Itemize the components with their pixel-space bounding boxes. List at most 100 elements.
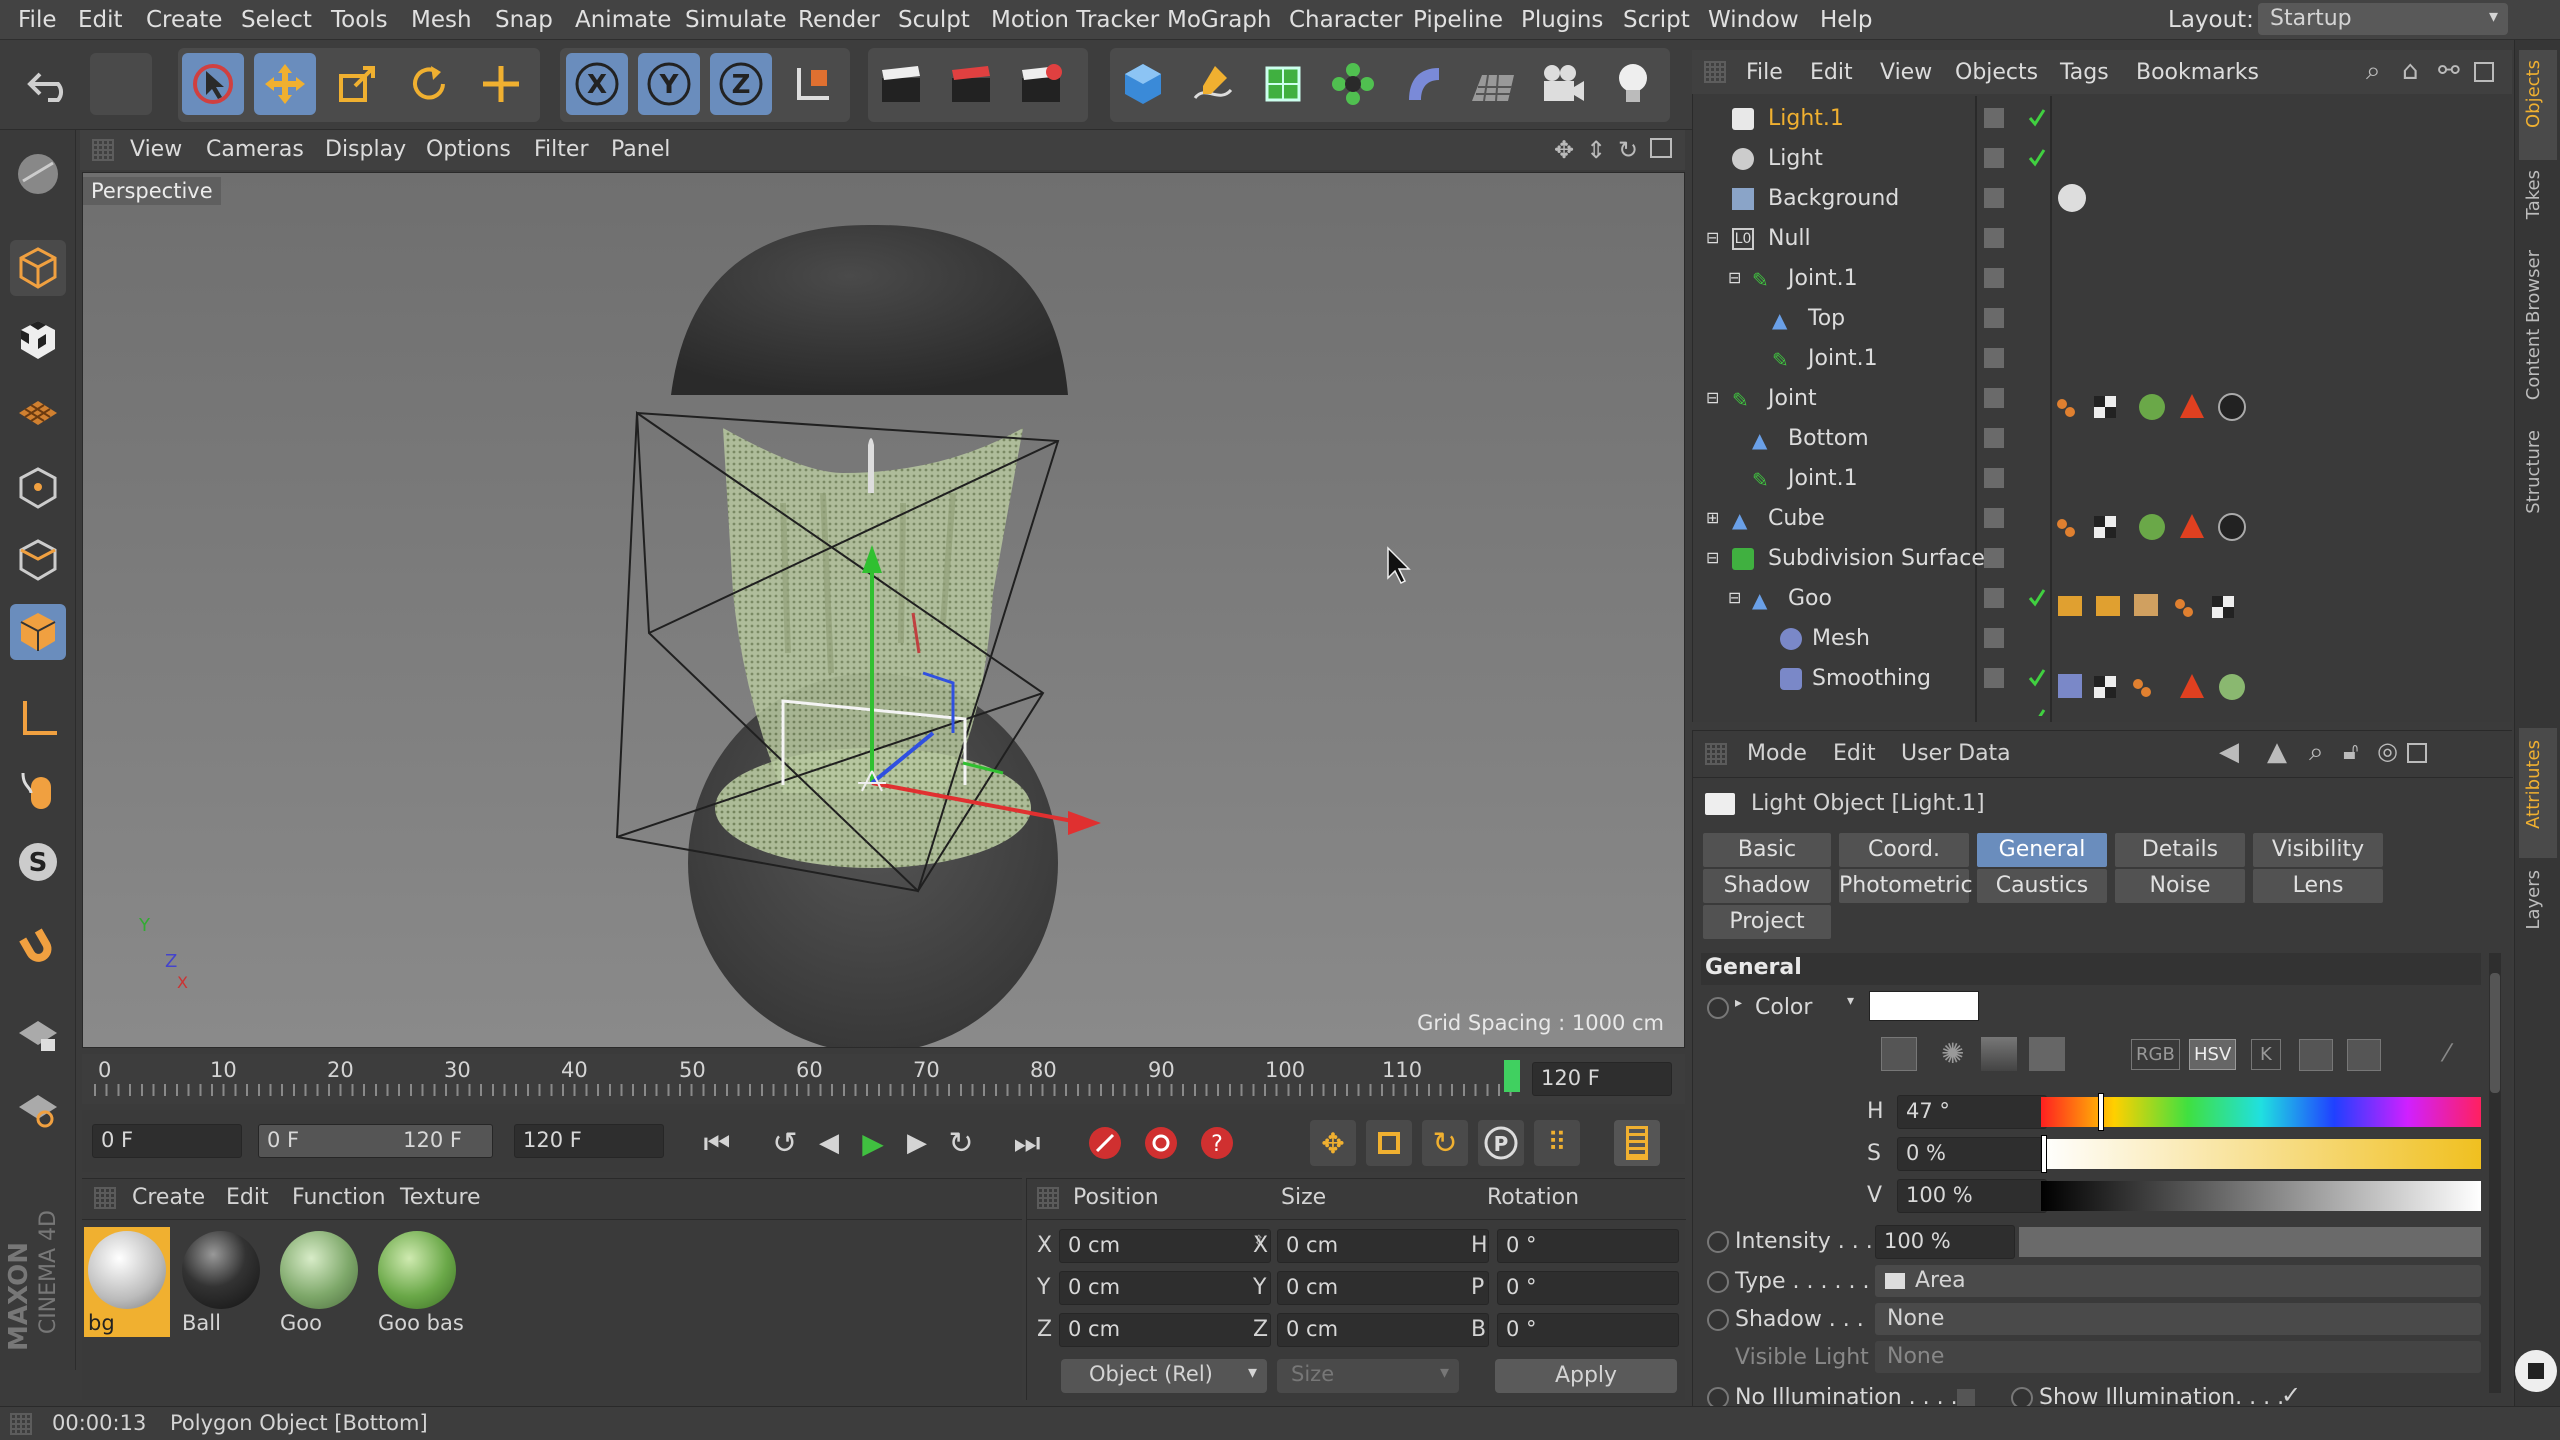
expand-icon[interactable]: ⊞ xyxy=(1706,508,1719,527)
search-icon[interactable]: ⌕ xyxy=(2309,737,2324,768)
next-key-button[interactable]: ↻ xyxy=(938,1120,984,1166)
visible-light-dropdown[interactable]: None xyxy=(1875,1341,2481,1373)
object-row-joint-1[interactable]: ⊟ ✎ Joint.1 xyxy=(1700,260,1975,298)
mixer-mode-button[interactable] xyxy=(2299,1039,2333,1071)
snap-button[interactable]: S xyxy=(10,834,66,890)
tab-layers-vertical[interactable]: Layers xyxy=(2523,870,2544,930)
menu-mesh[interactable]: Mesh xyxy=(411,7,472,33)
obj-menu-objects[interactable]: Objects xyxy=(1955,60,2038,85)
vp-menu-options[interactable]: Options xyxy=(426,137,511,162)
tab-content-browser-vertical[interactable]: Content Browser xyxy=(2523,250,2544,400)
tab-lens[interactable]: Lens xyxy=(2253,869,2383,903)
kelvin-mode-button[interactable]: K xyxy=(2251,1039,2281,1070)
link-icon[interactable]: ⚯ xyxy=(2438,56,2460,86)
expand-triangle-icon[interactable]: ▸ xyxy=(1735,995,1742,1011)
color-wheel-icon[interactable] xyxy=(1881,1037,1917,1071)
keyframe-selection-button[interactable]: ? xyxy=(1194,1120,1240,1166)
timeline-ruler[interactable]: 0 10 20 30 40 50 60 70 80 90 100 110 120… xyxy=(82,1054,1685,1104)
size-x-field[interactable]: 0 cm xyxy=(1277,1229,1489,1263)
value-field[interactable]: 100 % xyxy=(1897,1179,2047,1213)
menu-character[interactable]: Character xyxy=(1289,7,1403,33)
live-selection-button[interactable] xyxy=(182,53,244,115)
rotate-tool-button[interactable] xyxy=(398,53,460,115)
size-mode-dropdown[interactable]: Size ▾ xyxy=(1277,1359,1459,1393)
max-frame-field[interactable]: 120 F xyxy=(514,1124,664,1158)
add-deformer-button[interactable] xyxy=(1392,53,1454,115)
perspective-viewport[interactable]: Perspective Y Z X Grid Spacing : 1000 cm xyxy=(82,172,1685,1048)
rotation-p-field[interactable]: 0 ° xyxy=(1497,1271,1679,1305)
polygons-mode-button[interactable] xyxy=(10,604,66,660)
scale-tool-button[interactable] xyxy=(326,53,388,115)
render-settings-button[interactable] xyxy=(1010,53,1072,115)
vp-menu-filter[interactable]: Filter xyxy=(534,137,588,162)
type-animate-toggle[interactable] xyxy=(1707,1271,1729,1293)
pan-view-icon[interactable]: ✥ xyxy=(1554,136,1574,164)
object-row-mesh[interactable]: Mesh xyxy=(1700,620,1975,658)
obj-menu-bookmarks[interactable]: Bookmarks xyxy=(2136,60,2259,85)
timeline-end-field[interactable]: 120 F xyxy=(1532,1062,1672,1096)
make-editable-button[interactable] xyxy=(10,146,66,202)
tab-general[interactable]: General xyxy=(1977,833,2107,867)
visibility-column[interactable] xyxy=(1978,96,2050,716)
type-dropdown[interactable]: Area xyxy=(1875,1265,2481,1297)
add-generator-button[interactable] xyxy=(1252,53,1314,115)
next-frame-button[interactable]: ▶ xyxy=(894,1120,940,1166)
tab-structure-vertical[interactable]: Structure xyxy=(2523,430,2544,514)
saturation-field[interactable]: 0 % xyxy=(1897,1137,2047,1171)
material-goo[interactable]: Goo xyxy=(276,1227,362,1337)
object-row-light[interactable]: Light xyxy=(1700,140,1975,178)
texture-mode-button[interactable] xyxy=(10,312,66,368)
intensity-slider[interactable] xyxy=(2019,1227,2481,1257)
menu-animate[interactable]: Animate xyxy=(575,7,671,33)
saturation-slider-handle[interactable] xyxy=(2041,1135,2047,1173)
material-ball[interactable]: Ball xyxy=(178,1227,264,1337)
mat-menu-edit[interactable]: Edit xyxy=(226,1185,269,1210)
obj-menu-file[interactable]: File xyxy=(1746,60,1783,85)
position-y-field[interactable]: 0 cm xyxy=(1059,1271,1271,1305)
attr-scrollbar[interactable] xyxy=(2489,953,2501,1393)
attr-menu-edit[interactable]: Edit xyxy=(1833,741,1876,766)
object-row-background[interactable]: Background xyxy=(1700,180,1975,218)
shadow-animate-toggle[interactable] xyxy=(1707,1309,1729,1331)
undo-button[interactable] xyxy=(20,53,82,115)
tab-attributes-vertical[interactable]: Attributes xyxy=(2523,740,2544,829)
rotation-h-field[interactable]: 0 ° xyxy=(1497,1229,1679,1263)
object-row-null[interactable]: ⊟ L0 Null xyxy=(1700,220,1975,258)
autokey-button[interactable] xyxy=(1138,1120,1184,1166)
menu-help[interactable]: Help xyxy=(1820,7,1872,33)
key-position-button[interactable]: ✥ xyxy=(1310,1120,1356,1166)
image-icon[interactable] xyxy=(2029,1037,2065,1071)
mat-menu-create[interactable]: Create xyxy=(132,1185,205,1210)
add-spline-button[interactable] xyxy=(1182,53,1244,115)
tab-shadow[interactable]: Shadow xyxy=(1703,869,1831,903)
object-row-cube[interactable]: ⊞ ▲ Cube xyxy=(1700,500,1975,538)
render-picture-viewer-button[interactable] xyxy=(940,53,1002,115)
up-arrow-icon[interactable]: ▲ xyxy=(2267,737,2287,767)
locked-workplane-button[interactable] xyxy=(10,1006,66,1062)
tweak-mode-button[interactable] xyxy=(10,762,66,818)
hue-field[interactable]: 47 ° xyxy=(1897,1095,2047,1129)
menu-select[interactable]: Select xyxy=(241,7,312,33)
size-y-field[interactable]: 0 cm xyxy=(1277,1271,1489,1305)
menu-render[interactable]: Render xyxy=(798,7,880,33)
obj-menu-tags[interactable]: Tags xyxy=(2060,60,2109,85)
previous-frame-button[interactable]: ◀ xyxy=(806,1120,852,1166)
magnet-button[interactable] xyxy=(10,920,66,976)
lock-x-axis-button[interactable]: X xyxy=(566,53,628,115)
object-row-light-1[interactable]: Light.1 xyxy=(1700,100,1975,138)
object-row-top[interactable]: ▲ Top xyxy=(1700,300,1975,338)
menu-create[interactable]: Create xyxy=(146,7,222,33)
points-mode-button[interactable] xyxy=(10,460,66,516)
vp-menu-cameras[interactable]: Cameras xyxy=(206,137,304,162)
playhead-marker[interactable] xyxy=(1504,1060,1520,1092)
tab-caustics[interactable]: Caustics xyxy=(1977,869,2107,903)
go-to-end-button[interactable]: ⏭ xyxy=(1004,1120,1050,1166)
menu-motion-tracker[interactable]: Motion Tracker xyxy=(991,7,1159,33)
tab-project[interactable]: Project xyxy=(1703,905,1831,939)
eyedropper-icon[interactable]: ⁄ xyxy=(2445,1039,2449,1067)
tab-objects-vertical[interactable]: Objects xyxy=(2523,60,2544,128)
intensity-animate-toggle[interactable] xyxy=(1707,1231,1729,1253)
mat-menu-texture[interactable]: Texture xyxy=(400,1185,481,1210)
menu-pipeline[interactable]: Pipeline xyxy=(1413,7,1503,33)
new-window-icon[interactable] xyxy=(2407,743,2427,763)
